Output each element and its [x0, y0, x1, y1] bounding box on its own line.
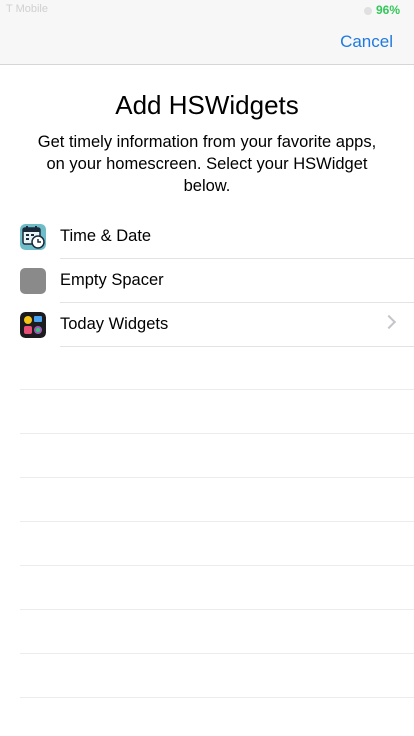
page-title: Add HSWidgets	[115, 90, 299, 120]
carrier-label: T Mobile	[6, 3, 48, 15]
navigation-bar: Cancel	[0, 20, 414, 65]
page-description: Get timely information from your favorit…	[37, 133, 377, 195]
battery-indicator: 96%	[363, 3, 400, 17]
empty-row	[20, 654, 414, 698]
list-item-label: Today Widgets	[60, 315, 169, 333]
empty-row	[20, 346, 414, 390]
empty-row	[20, 478, 414, 522]
battery-icon	[363, 6, 372, 15]
cancel-button[interactable]: Cancel	[340, 32, 393, 52]
battery-percent: 96%	[375, 3, 400, 17]
list-item-time-date[interactable]: Time & Date	[0, 215, 414, 259]
empty-row	[20, 434, 414, 478]
empty-row	[20, 390, 414, 434]
chevron-right-icon	[381, 314, 397, 330]
empty-row	[20, 522, 414, 566]
empty-row	[20, 566, 414, 610]
list-item-label: Empty Spacer	[60, 271, 164, 289]
gray-square-icon	[20, 268, 46, 294]
status-bar: T Mobile 96%	[0, 0, 414, 20]
list-item-label: Time & Date	[60, 227, 152, 245]
list-item-today-widgets[interactable]: Today Widgets	[0, 303, 414, 347]
empty-row	[20, 610, 414, 654]
widget-list: Time & Date Empty Spacer Today Widgets	[0, 215, 414, 347]
empty-table-rows	[20, 346, 414, 698]
list-item-empty-spacer[interactable]: Empty Spacer	[0, 259, 414, 303]
calendar-clock-icon	[20, 224, 46, 250]
today-widgets-icon	[20, 312, 46, 338]
